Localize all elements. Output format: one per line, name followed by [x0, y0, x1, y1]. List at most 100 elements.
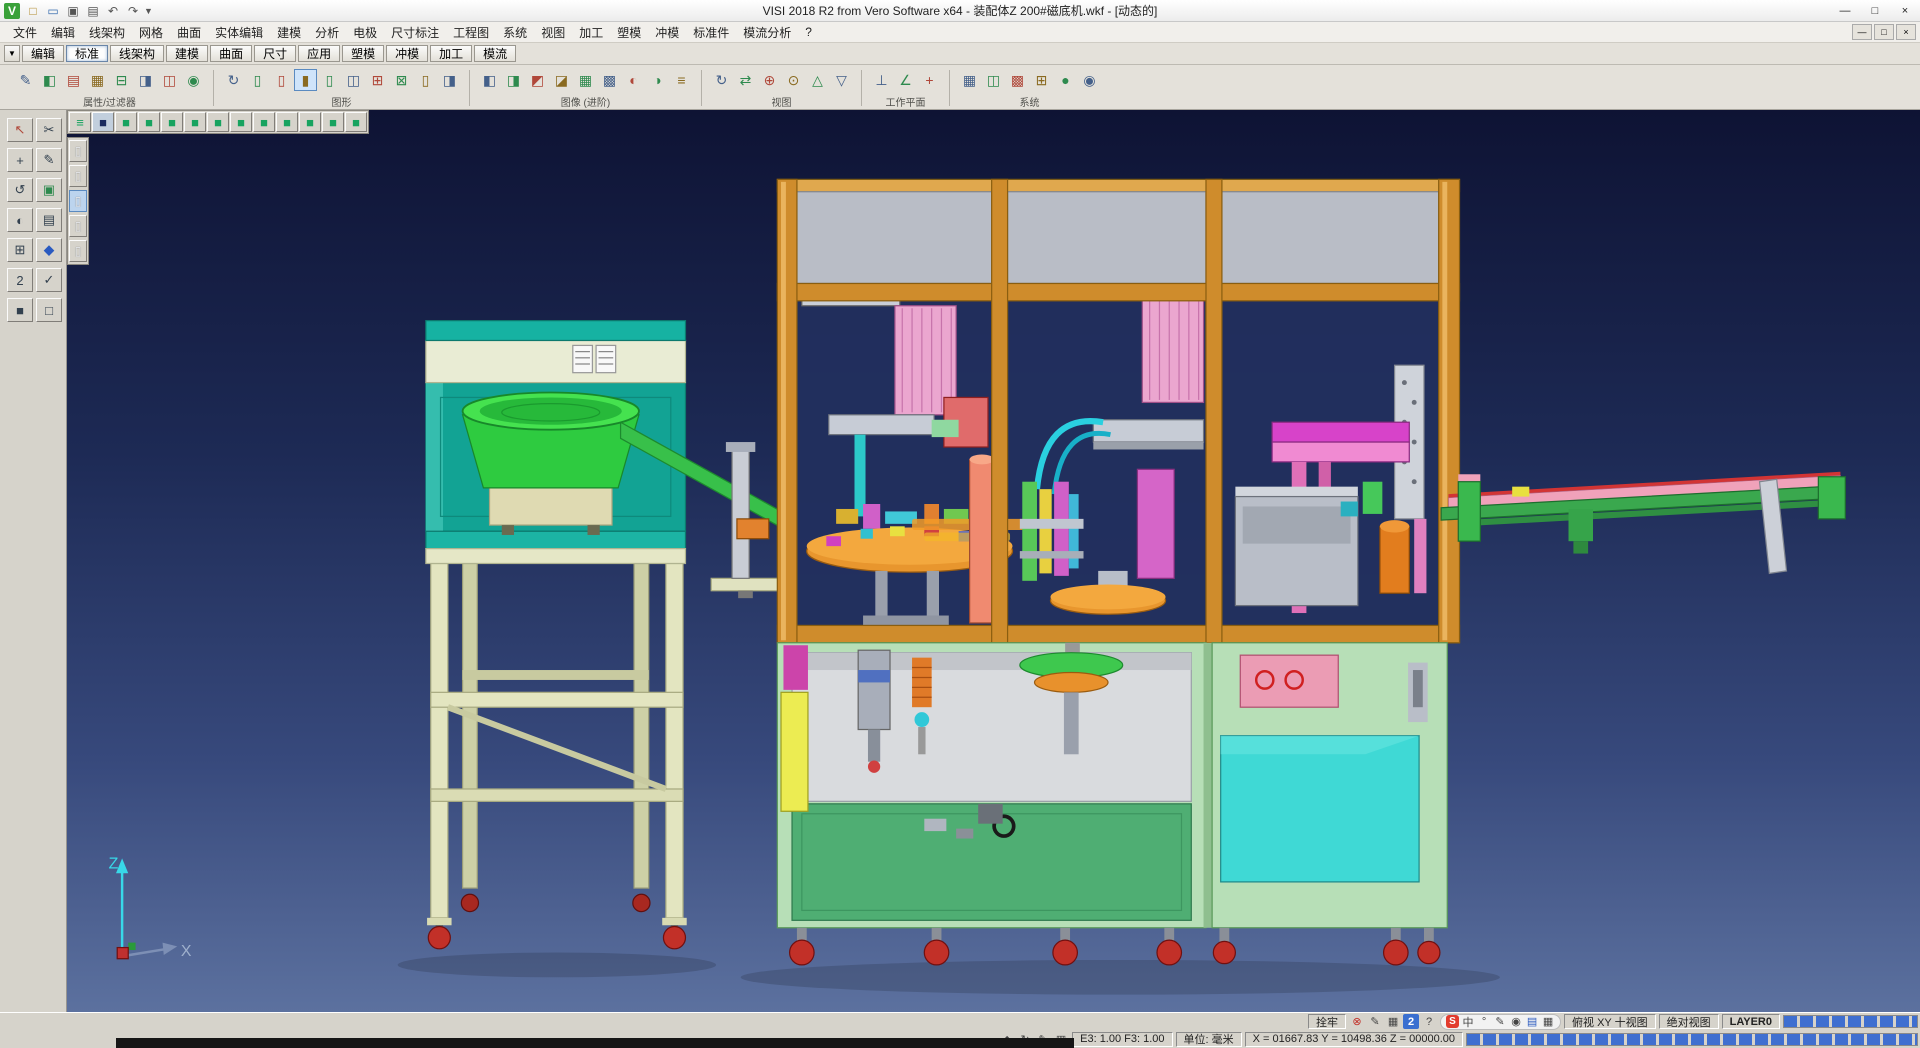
- rotate-view-icon[interactable]: ↻: [710, 69, 733, 91]
- image-half2-icon[interactable]: ◑: [646, 69, 669, 91]
- menu-item[interactable]: 文件: [6, 22, 44, 43]
- trim-icon[interactable]: ✂: [36, 118, 62, 142]
- redraw-icon[interactable]: ↻: [222, 69, 245, 91]
- toolbar-tab[interactable]: 应用: [298, 45, 340, 62]
- qat-caret-icon[interactable]: ▼: [144, 6, 153, 16]
- mic-icon[interactable]: ◉: [1509, 1014, 1523, 1029]
- shaded-icon[interactable]: ▮: [294, 69, 317, 91]
- menu-item[interactable]: 标准件: [686, 22, 736, 43]
- point-icon[interactable]: ◆: [36, 238, 62, 262]
- view-cube-iso2-icon[interactable]: ■: [276, 112, 298, 132]
- pan-view-icon[interactable]: ⇄: [734, 69, 757, 91]
- toolbar-tab[interactable]: 建模: [166, 45, 208, 62]
- current-view-indicator[interactable]: 俯视 XY 十视图: [1564, 1014, 1656, 1029]
- doc-page-icon-5[interactable]: ▯: [69, 240, 87, 262]
- open-file-icon[interactable]: ▭: [44, 2, 62, 20]
- restore-button[interactable]: □: [1860, 0, 1890, 21]
- tab-caret-icon[interactable]: ▼: [4, 45, 20, 62]
- viewport-menu-icon[interactable]: ≡: [69, 112, 91, 132]
- toolbar-tab[interactable]: 线架构: [110, 45, 164, 62]
- frame-icon[interactable]: □: [36, 298, 62, 322]
- save-file-icon[interactable]: ▣: [64, 2, 82, 20]
- properties-icon[interactable]: ✎: [14, 69, 37, 91]
- toolbar-tab[interactable]: 编辑: [22, 45, 64, 62]
- view-cube-iso1-icon[interactable]: ■: [253, 112, 275, 132]
- color-table-icon[interactable]: ▦: [958, 69, 981, 91]
- rotate-icon[interactable]: ↺: [7, 178, 33, 202]
- grid-toggle-icon[interactable]: ▦: [1385, 1014, 1401, 1029]
- help-icon[interactable]: ?: [1421, 1014, 1437, 1029]
- menu-item[interactable]: 网格: [132, 22, 170, 43]
- image-right-icon[interactable]: ◨: [502, 69, 525, 91]
- mask-icon[interactable]: ◨: [134, 69, 157, 91]
- sketch-icon[interactable]: ✎: [36, 148, 62, 172]
- hatch-settings-icon[interactable]: ▩: [1006, 69, 1029, 91]
- mdi-restore-button[interactable]: □: [1874, 24, 1894, 40]
- transparency-icon[interactable]: ◫: [342, 69, 365, 91]
- shaded-edges-icon[interactable]: ▯: [318, 69, 341, 91]
- color-filter-icon[interactable]: ◧: [38, 69, 61, 91]
- layer-indicator[interactable]: LAYER0: [1722, 1014, 1780, 1029]
- punctuation-icon[interactable]: °: [1477, 1014, 1491, 1029]
- entity-link-icon[interactable]: ⊠: [390, 69, 413, 91]
- doc-page-icon-2[interactable]: ▯: [69, 165, 87, 187]
- menu-item[interactable]: 冲模: [648, 22, 686, 43]
- keyboard-icon[interactable]: ▤: [1525, 1014, 1539, 1029]
- view-up-icon[interactable]: △: [806, 69, 829, 91]
- menu-item[interactable]: 编辑: [44, 22, 82, 43]
- view-cube-axono-icon[interactable]: ■: [345, 112, 367, 132]
- windows-taskbar-sliver[interactable]: [116, 1038, 1074, 1048]
- grid-icon[interactable]: ⊞: [7, 238, 33, 262]
- view-cube-left-icon[interactable]: ■: [161, 112, 183, 132]
- visi-logo-icon[interactable]: V: [4, 3, 20, 19]
- hidden-line-icon[interactable]: ▯: [270, 69, 293, 91]
- menu-item[interactable]: 尺寸标注: [384, 22, 446, 43]
- type-filter-icon[interactable]: ▦: [86, 69, 109, 91]
- two-icon[interactable]: 2: [1403, 1014, 1419, 1029]
- check-icon[interactable]: ✓: [36, 268, 62, 292]
- snap-lock-indicator[interactable]: 拴牢: [1308, 1014, 1346, 1029]
- sogou-icon[interactable]: S: [1446, 1015, 1459, 1028]
- workplane-origin-icon[interactable]: +: [918, 69, 941, 91]
- add-entity-icon[interactable]: +: [7, 148, 33, 172]
- entity-db-icon[interactable]: ⊞: [366, 69, 389, 91]
- attribute-copy-icon[interactable]: ⊟: [110, 69, 133, 91]
- image-left-icon[interactable]: ◧: [478, 69, 501, 91]
- layer-filter-icon[interactable]: ▤: [62, 69, 85, 91]
- toolbar-tab[interactable]: 标准: [66, 45, 108, 62]
- view-cube-back-icon[interactable]: ■: [138, 112, 160, 132]
- menu-item[interactable]: 加工: [572, 22, 610, 43]
- wireframe-icon[interactable]: ▯: [246, 69, 269, 91]
- view-cube-front-icon[interactable]: ■: [115, 112, 137, 132]
- cad-model-scene[interactable]: Z X: [67, 110, 1920, 1012]
- view-cube-iso3-icon[interactable]: ■: [299, 112, 321, 132]
- toolbox-icon[interactable]: ▦: [1541, 1014, 1555, 1029]
- menu-item[interactable]: 曲面: [170, 22, 208, 43]
- solid-icon[interactable]: ▣: [36, 178, 62, 202]
- mdi-minimize-button[interactable]: —: [1852, 24, 1872, 40]
- view-cube-dark-icon[interactable]: ■: [92, 112, 114, 132]
- absolute-view-indicator[interactable]: 绝对视图: [1659, 1014, 1719, 1029]
- image-hatch-icon[interactable]: ▩: [598, 69, 621, 91]
- toolbar-tab[interactable]: 加工: [430, 45, 472, 62]
- 3d-viewport[interactable]: Z X ≡■■■■■■■■■■■■ ▯▯▯▯▯: [67, 110, 1920, 1012]
- menu-item[interactable]: ?: [798, 22, 819, 43]
- new-file-icon[interactable]: □: [24, 2, 42, 20]
- layers-icon[interactable]: ▤: [36, 208, 62, 232]
- visibility-icon[interactable]: ◫: [158, 69, 181, 91]
- toolbar-tab[interactable]: 曲面: [210, 45, 252, 62]
- view-cube-right-icon[interactable]: ■: [184, 112, 206, 132]
- doc-page-icon-1[interactable]: ▯: [69, 140, 87, 162]
- toolbar-tab[interactable]: 塑模: [342, 45, 384, 62]
- undo-icon[interactable]: ↶: [104, 2, 122, 20]
- menu-item[interactable]: 塑模: [610, 22, 648, 43]
- cylinder-display-icon[interactable]: ▯: [414, 69, 437, 91]
- menu-item[interactable]: 模流分析: [736, 22, 798, 43]
- image-corner2-icon[interactable]: ◪: [550, 69, 573, 91]
- box-icon[interactable]: ■: [7, 298, 33, 322]
- print-icon[interactable]: ▤: [84, 2, 102, 20]
- image-corner-icon[interactable]: ◩: [526, 69, 549, 91]
- shade-icon[interactable]: ◐: [7, 208, 33, 232]
- menu-item[interactable]: 分析: [308, 22, 346, 43]
- zoom-in-icon[interactable]: ⊕: [758, 69, 781, 91]
